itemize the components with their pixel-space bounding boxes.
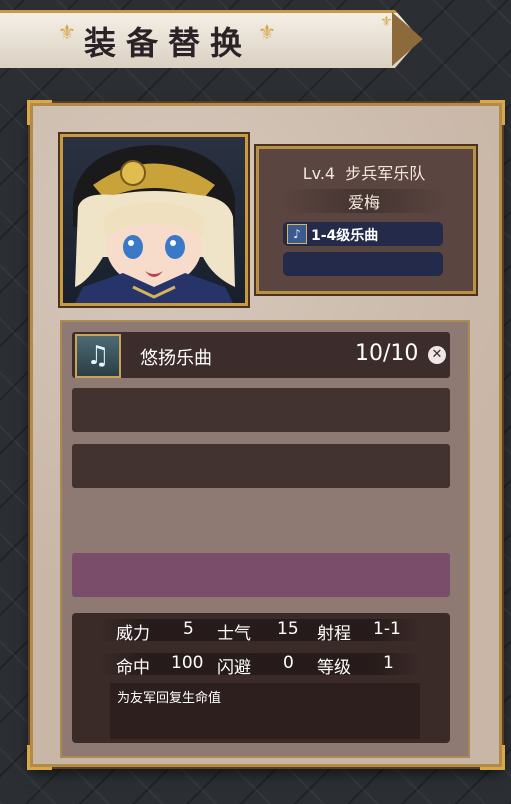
stat-value-hit: 100	[171, 653, 204, 673]
fleur-ornament-icon: ⚜	[258, 20, 276, 44]
music-note-icon: ♫	[75, 334, 121, 378]
corner-ornament	[480, 100, 505, 125]
stat-value-morale: 15	[277, 619, 299, 639]
fleur-ornament-icon: ⚜	[58, 20, 76, 44]
unit-portrait	[60, 134, 248, 306]
corner-ornament	[27, 100, 52, 125]
unit-level-class: Lv.4 步兵军乐队	[280, 160, 448, 184]
corner-ornament	[27, 745, 52, 770]
banner-arrow	[392, 12, 423, 66]
stat-value-range: 1-1	[373, 619, 401, 639]
stat-value-power: 5	[183, 619, 194, 639]
stat-label-hit: 命中	[116, 658, 150, 678]
stat-label-power: 威力	[116, 624, 150, 644]
unit-class: 步兵军乐队	[345, 164, 426, 183]
portrait-art	[73, 145, 235, 303]
corner-ornament	[480, 745, 505, 770]
skill-name: 悠扬乐曲	[140, 348, 212, 369]
empty-skill-slot[interactable]	[72, 444, 450, 488]
page-title: 装备替换	[84, 24, 253, 62]
skill-description: 为友军回复生命值	[117, 691, 222, 706]
remove-icon[interactable]: ✕	[428, 346, 446, 364]
equipment-slot[interactable]: ♪ 1-4级乐曲	[283, 222, 443, 246]
skill-count: 10/10	[355, 341, 419, 366]
stat-label-range: 射程	[317, 624, 351, 644]
stat-value-evade: 0	[283, 653, 294, 673]
unit-level: Lv.4	[302, 164, 336, 183]
fleur-ornament-icon: ⚜	[380, 14, 393, 30]
empty-skill-slot[interactable]	[72, 388, 450, 432]
stat-label-evade: 闪避	[217, 658, 251, 678]
stat-label-grade: 等级	[317, 658, 351, 678]
empty-equipment-slot[interactable]	[283, 252, 443, 276]
equipment-label: 1-4级乐曲	[311, 228, 379, 244]
music-sheet-icon: ♪	[287, 224, 307, 244]
unit-name: 爱梅	[280, 189, 448, 213]
stat-label-morale: 士气	[217, 624, 251, 644]
selected-empty-slot[interactable]	[72, 553, 450, 597]
stat-value-grade: 1	[383, 653, 394, 673]
